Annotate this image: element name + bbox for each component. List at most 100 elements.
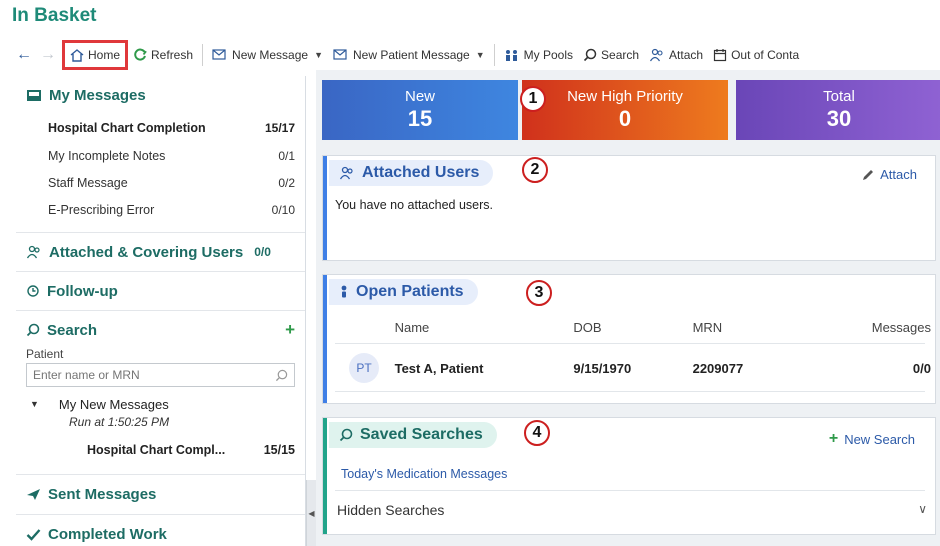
attach-link-label: Attach [880,167,917,182]
my-pools-button[interactable]: My Pools [499,42,578,68]
out-of-contact-button[interactable]: Out of Conta [708,42,804,68]
new-patient-message-button[interactable]: New Patient Message ▼ [328,42,490,68]
my-pools-label: My Pools [523,48,574,62]
patient-name: Test A, Patient [394,360,484,376]
tile-value: 15 [407,106,433,131]
saved-search-link[interactable]: Today's Medication Messages [341,467,507,481]
summary-tiles: New 15 New High Priority 0 Total 30 [322,80,940,140]
column-header[interactable]: Messages [822,320,931,335]
tile-value: 30 [826,106,852,131]
patient-dob: 9/15/1970 [573,360,632,376]
forward-arrow-icon[interactable]: → [40,46,62,64]
search-icon [339,428,353,442]
table-divider [335,343,925,344]
tile-value: 0 [618,106,632,131]
chevron-down-icon[interactable]: ▼ [476,50,485,60]
total-tile[interactable]: Total 30 [736,80,940,140]
search-header[interactable]: Search + [16,311,305,349]
back-arrow-icon[interactable]: ← [0,46,40,64]
column-header[interactable]: DOB [573,320,692,335]
column-header[interactable]: Name [395,320,574,335]
new-high-priority-tile[interactable]: New High Priority 0 [522,80,728,140]
folder-label: E-Prescribing Error [48,202,155,217]
search-icon[interactable] [275,369,288,382]
column-header[interactable]: MRN [693,320,822,335]
saved-search-result[interactable]: Hospital Chart Compl... 15/15 [16,439,305,461]
users-icon [26,245,40,259]
patient-label: Patient [26,347,64,361]
new-search-link[interactable]: + New Search [829,430,915,448]
tile-label: Total [823,88,855,105]
completed-work-title: Completed Work [48,525,167,543]
card-accent-bar [323,275,327,403]
message-folder-item[interactable]: Staff Message 0/2 [16,169,305,196]
patient-mrn: 2209077 [692,360,744,376]
out-of-contact-label: Out of Conta [731,48,800,62]
attached-covering-section: Attached & Covering Users 0/0 [16,233,305,272]
hidden-searches-toggle[interactable]: Hidden Searches ∨ [337,502,927,518]
result-label: Hospital Chart Compl... [87,443,226,457]
search-icon [583,48,597,62]
my-messages-section: My Messages Hospital Chart Completion 15… [16,76,305,233]
folder-count: 0/2 [278,175,295,190]
message-folder-item[interactable]: Hospital Chart Completion 15/17 [16,114,305,142]
patient-message-icon [333,49,347,60]
in-basket-window: In Basket ← → Home Refresh New Message ▼… [0,0,940,546]
sent-messages-title: Sent Messages [48,485,157,503]
folder-label: My Incomplete Notes [48,148,166,163]
refresh-button[interactable]: Refresh [128,42,198,68]
sidebar-collapse-handle[interactable]: ◀ [306,480,316,546]
saved-search-title: My New Messages [58,396,169,412]
attached-covering-header[interactable]: Attached & Covering Users 0/0 [16,233,305,271]
result-count: 15/15 [263,443,295,457]
double-chevron-down-icon[interactable]: ∨ [918,502,927,518]
new-message-button[interactable]: New Message ▼ [207,42,328,68]
pools-icon [505,50,517,61]
attached-users-header: Attached Users [329,160,494,186]
follow-up-header[interactable]: Follow-up [16,272,305,310]
avatar: PT [349,353,379,383]
my-messages-title: My Messages [49,86,146,104]
attached-users-card: Attached Users Attach You have no attach… [322,155,936,261]
search-button[interactable]: Search [578,42,644,68]
new-message-icon [212,49,226,60]
attach-button[interactable]: Attach [644,42,708,68]
message-folder-item[interactable]: E-Prescribing Error 0/10 [16,196,305,223]
saved-search-toggle[interactable]: ▼ My New Messages [16,393,305,415]
attached-covering-title: Attached & Covering Users [49,243,244,261]
completed-work-header[interactable]: Completed Work [16,515,305,546]
follow-up-section: Follow-up [16,272,305,311]
new-patient-message-label: New Patient Message [353,48,470,62]
chevron-down-icon[interactable]: ▼ [30,399,39,409]
attach-link[interactable]: Attach [862,167,917,182]
new-tile[interactable]: New 15 [322,80,518,140]
toolbar-divider [493,44,495,66]
open-patients-header: Open Patients [329,279,478,305]
home-button[interactable]: Home [62,40,129,70]
my-messages-header[interactable]: My Messages [16,76,305,114]
patient-search-input[interactable] [33,368,253,382]
attach-label: Attach [669,48,704,62]
folder-count: 0/1 [278,148,295,163]
sent-messages-section: Sent Messages [16,475,305,515]
tile-label: New High Priority [567,88,683,105]
hidden-searches-label: Hidden Searches [337,502,445,518]
callout-badge: 2 [522,157,548,183]
card-accent-bar [323,156,327,260]
add-icon[interactable]: + [285,320,295,340]
completed-work-section: Completed Work [16,515,305,546]
sent-messages-header[interactable]: Sent Messages [16,475,305,513]
chevron-down-icon[interactable]: ▼ [314,50,323,60]
message-folder-item[interactable]: My Incomplete Notes 0/1 [16,142,305,169]
folder-count: 15/17 [264,121,295,135]
search-section: Search + Patient ▼ My New Messages Run a… [16,311,305,475]
folder-count: 0/10 [271,202,295,217]
users-icon [339,166,353,180]
open-patients-title: Open Patients [356,283,464,300]
patient-search-field[interactable] [26,363,295,387]
app-title: In Basket [12,5,97,26]
table-row[interactable]: PT Test A, Patient 9/15/1970 2209077 0/0 [335,351,931,385]
toolbar: ← → Home Refresh New Message ▼ New Patie… [0,40,940,70]
new-message-label: New Message [232,48,309,62]
callout-badge: 1 [520,86,546,112]
